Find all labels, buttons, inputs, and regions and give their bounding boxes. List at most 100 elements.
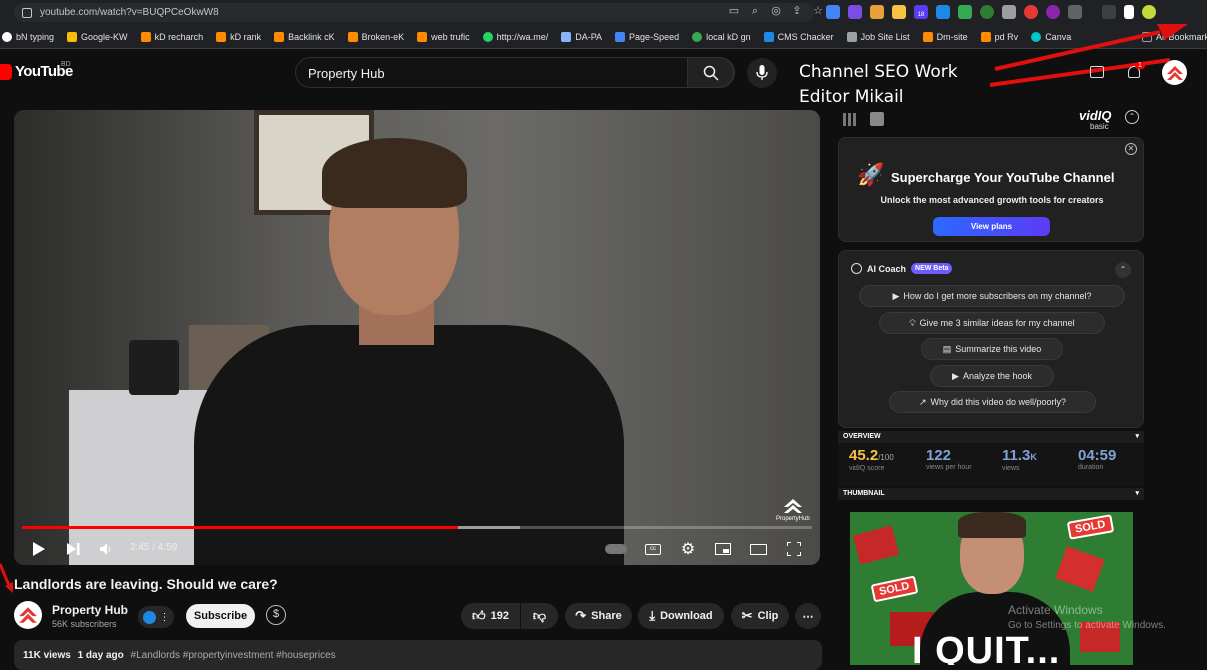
search-box[interactable]: Property Hub [295, 57, 735, 88]
bookmark-item[interactable]: DA-PA [561, 31, 602, 42]
grid-view-icon[interactable] [843, 113, 857, 126]
address-bar[interactable]: youtube.com/watch?v=BUQPCeOkwW8 [14, 3, 814, 22]
video-thumbnail[interactable]: SOLD SOLD I QUIT... [850, 512, 1133, 665]
search-input[interactable]: Property Hub [308, 66, 385, 81]
extension-blue-icon[interactable] [936, 5, 950, 19]
coach-question[interactable]: ▶︎ Analyze the hook [930, 365, 1054, 387]
thumb-headline: I QUIT... [912, 630, 1061, 665]
search-button[interactable] [687, 57, 734, 88]
collapse-panel-icon[interactable]: ⌃ [1125, 110, 1139, 124]
bookmark-item[interactable]: Dm-site [922, 31, 968, 42]
side-panel-icon[interactable] [1124, 5, 1134, 19]
hashtags[interactable]: #Landlords #propertyinvestment #housepri… [131, 650, 336, 661]
bookmark-item[interactable]: kD recharch [140, 31, 203, 42]
vidiq-channel-button[interactable]: ⋮ [138, 606, 174, 628]
bookmark-item[interactable]: bN typing [2, 31, 54, 42]
extension-pokeball-icon[interactable] [1024, 5, 1038, 19]
channel-avatar[interactable] [14, 601, 42, 629]
subscriber-count: 56K subscribers [52, 619, 117, 629]
play-button[interactable] [29, 539, 49, 559]
property-hub-logo-icon [783, 499, 802, 513]
bookmark-item[interactable]: kD rank [216, 31, 261, 42]
extension-purple-icon[interactable] [1046, 5, 1060, 19]
more-vertical-icon: ⋮ [159, 611, 170, 623]
ahrefs-icon [417, 31, 428, 42]
ai-coach-card: AI Coach NEW Beta ⌃ ▶︎ How do I get more … [838, 250, 1144, 428]
microphone-icon [756, 65, 768, 80]
extension-d-icon[interactable] [848, 5, 862, 19]
theater-mode-button[interactable] [748, 539, 768, 559]
bookmark-item[interactable]: Backlink cK [274, 31, 335, 42]
bookmark-star-icon[interactable]: ☆ [812, 5, 824, 17]
notification-count: 1 [1135, 62, 1145, 69]
video-player[interactable]: PropertyHub 2:45 / 4:59 cc ⚙ [14, 110, 820, 565]
bookmark-item[interactable]: Page-Speed [615, 31, 679, 42]
extension-shield-icon[interactable] [1002, 5, 1016, 19]
description-box[interactable]: 11K views 1 day ago #Landlords #property… [14, 640, 822, 670]
trend-chart-icon: ↗ [918, 396, 927, 407]
share-icon[interactable]: ⇪ [791, 5, 803, 17]
extension-green-icon[interactable] [980, 5, 994, 19]
overview-header[interactable]: ▾ OVERVIEW [838, 431, 1144, 443]
subscribe-button[interactable]: Subscribe [186, 604, 255, 628]
extensions-puzzle-icon[interactable] [1068, 5, 1082, 19]
url-text[interactable]: youtube.com/watch?v=BUQPCeOkwW8 [40, 7, 219, 18]
time-display: 2:45 / 4:59 [130, 542, 178, 553]
miniplayer-button[interactable] [713, 539, 733, 559]
vidiq-dollar-button[interactable]: $ [266, 605, 286, 625]
volume-icon [100, 543, 111, 555]
close-icon[interactable]: ✕ [1125, 143, 1137, 155]
like-button[interactable]: 👍︎ 192 [461, 603, 520, 629]
extension-translate-icon[interactable] [826, 5, 840, 19]
chevron-up-icon[interactable]: ⌃ [1115, 262, 1131, 278]
captions-button[interactable]: cc [643, 539, 663, 559]
more-actions-button[interactable]: ⋯ [795, 603, 821, 629]
channel-name[interactable]: Property Hub [52, 603, 128, 617]
voice-search-button[interactable] [747, 58, 777, 88]
share-button[interactable]: ↷ Share [565, 603, 632, 629]
extension-badge-icon[interactable]: 18 [914, 5, 928, 19]
extension-bell-icon[interactable] [892, 5, 906, 19]
volume-button[interactable] [96, 539, 116, 559]
extension-mail-icon[interactable] [958, 5, 972, 19]
coach-question[interactable]: ▶︎ How do I get more subscribers on my ch… [859, 285, 1125, 307]
settings-button[interactable]: ⚙ [678, 539, 698, 559]
thumb-person-hair [958, 512, 1026, 538]
bookmark-item[interactable]: Google-KW [67, 31, 128, 42]
account-avatar[interactable] [1162, 60, 1187, 85]
create-button[interactable] [1090, 66, 1104, 78]
thumbnail-header[interactable]: ▾ THUMBNAIL [838, 488, 1144, 500]
bookmark-item[interactable]: local kD gn [692, 31, 751, 42]
dislike-button[interactable]: 👎︎ [521, 603, 558, 629]
profile-avatar-icon[interactable] [1142, 5, 1156, 19]
progress-bar[interactable] [22, 526, 812, 529]
cast-icon[interactable]: ▭ [728, 5, 740, 17]
coach-question[interactable]: ↗ Why did this video do well/poorly? [889, 391, 1096, 413]
bookmark-item[interactable]: web trufic [417, 31, 470, 42]
document-icon: ▤ [942, 343, 952, 354]
chart-icon[interactable] [870, 112, 884, 126]
clip-button[interactable]: ✂ Clip [731, 603, 789, 629]
property-hub-logo-icon [1166, 65, 1183, 80]
played-bar [22, 526, 459, 529]
vidiq-plan: basic [1090, 122, 1109, 131]
fullscreen-button[interactable] [784, 539, 804, 559]
bookmark-item[interactable]: CMS Chacker [763, 31, 834, 42]
coach-question[interactable]: ▤ Summarize this video [921, 338, 1063, 360]
eye-off-icon[interactable]: ◎ [770, 5, 782, 17]
autoplay-toggle[interactable] [604, 539, 628, 559]
channel-watermark[interactable]: PropertyHub [776, 498, 810, 522]
view-plans-button[interactable]: View plans [933, 217, 1050, 236]
zoom-icon[interactable]: ⌕ [749, 5, 761, 17]
extension-a-icon[interactable] [870, 5, 884, 19]
bookmark-item[interactable]: http://wa.me/ [482, 31, 548, 42]
site-info-icon[interactable] [22, 7, 32, 18]
download-button[interactable]: ⤓ Download [638, 603, 724, 629]
youtube-logo[interactable]: YouTube BD [0, 61, 73, 80]
notifications-button[interactable]: 1 [1127, 62, 1145, 80]
bookmark-item[interactable]: Broken-eK [347, 31, 404, 42]
reading-list-icon[interactable] [1102, 5, 1116, 19]
bookmark-item[interactable]: Job Site List [846, 31, 910, 42]
next-button[interactable] [63, 539, 83, 559]
coach-question[interactable]: 💡︎ Give me 3 similar ideas for my channel [879, 312, 1105, 334]
